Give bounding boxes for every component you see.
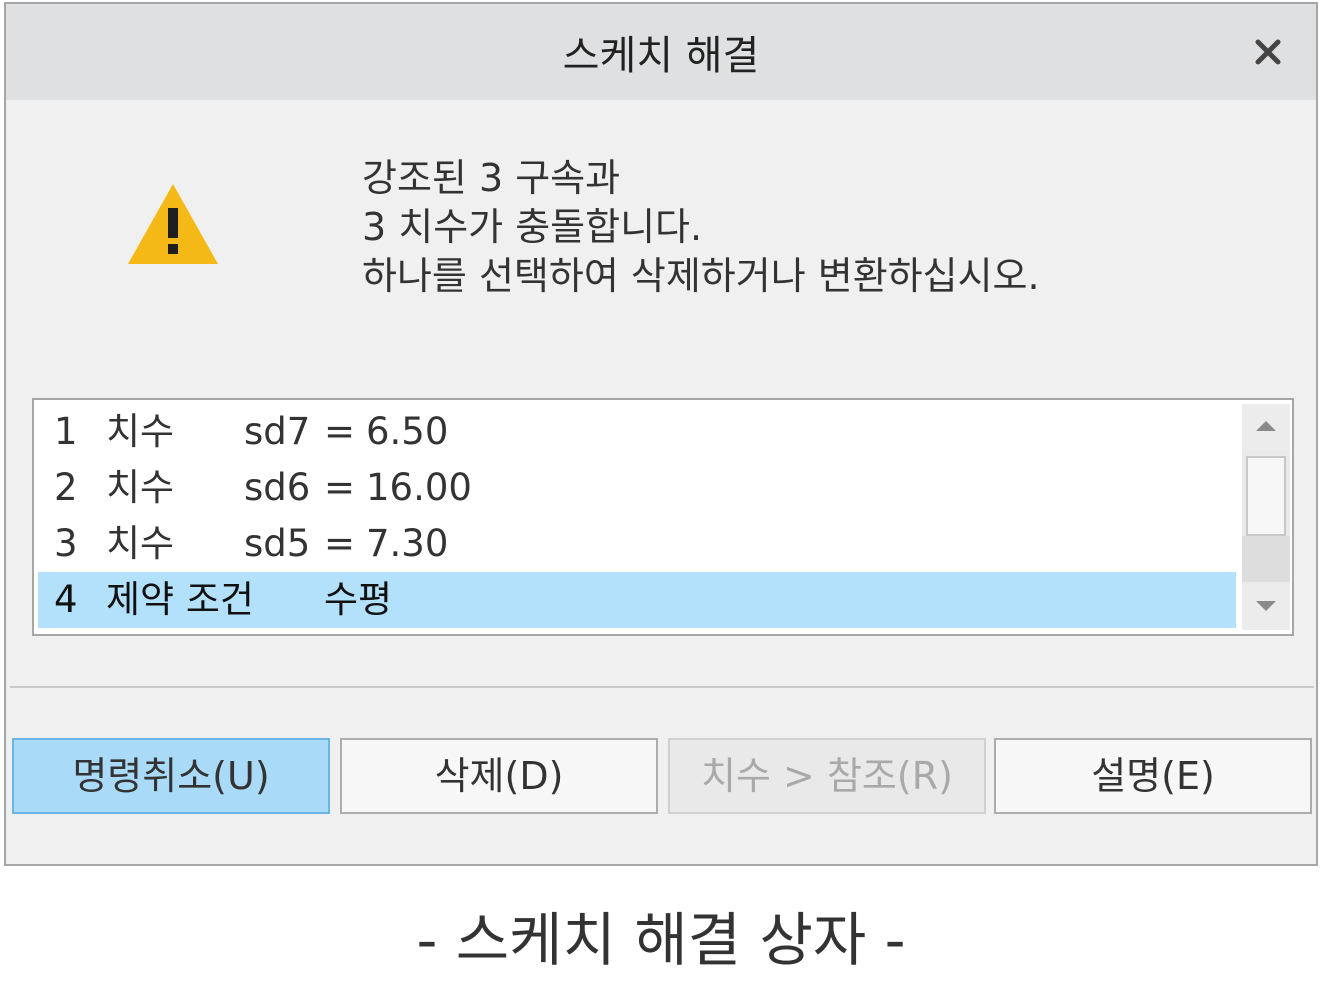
item-type: 제약 조건 xyxy=(106,578,254,621)
item-equals: = xyxy=(324,466,356,509)
sketch-resolve-dialog: 스케치 해결 강조된 3 구속과 3 치수가 충돌합니다. 하나를 선택하여 삭… xyxy=(4,2,1318,866)
delete-button[interactable]: 삭제(D) xyxy=(340,738,658,814)
item-description: 수평 xyxy=(324,578,393,621)
divider xyxy=(10,686,1314,688)
scroll-down-button[interactable] xyxy=(1242,584,1290,630)
item-number: 1 xyxy=(54,410,78,453)
scroll-up-button[interactable] xyxy=(1242,404,1290,450)
message-line-1: 강조된 3 구속과 xyxy=(362,156,621,200)
list-item-selected[interactable]: 4 제약 조건 수평 xyxy=(38,572,1236,628)
item-name: sd7 xyxy=(244,410,311,453)
item-value: 16.00 xyxy=(366,466,472,509)
item-value: 7.30 xyxy=(366,522,449,565)
conflict-message: 강조된 3 구속과 3 치수가 충돌합니다. 하나를 선택하여 삭제하거나 변환… xyxy=(362,154,1040,301)
vertical-scrollbar[interactable] xyxy=(1242,404,1290,630)
scroll-track[interactable] xyxy=(1242,536,1290,582)
scroll-thumb[interactable] xyxy=(1246,456,1286,536)
item-number: 4 xyxy=(54,578,78,621)
title-bar: 스케치 해결 xyxy=(6,4,1316,100)
item-equals: = xyxy=(324,410,356,453)
item-equals: = xyxy=(324,522,356,565)
item-type: 치수 xyxy=(106,466,175,509)
item-number: 2 xyxy=(54,466,78,509)
chevron-down-icon xyxy=(1256,601,1276,611)
message-line-3: 하나를 선택하여 삭제하거나 변환하십시오. xyxy=(362,254,1040,298)
item-name: sd6 xyxy=(244,466,311,509)
list-item[interactable]: 1 치수 sd7 = 6.50 xyxy=(38,404,1236,460)
close-icon[interactable] xyxy=(1248,32,1288,72)
item-name: sd5 xyxy=(244,522,311,565)
conflict-list-rows: 1 치수 sd7 = 6.50 2 치수 sd6 = 16.00 3 치수 sd… xyxy=(38,404,1236,628)
list-item[interactable]: 2 치수 sd6 = 16.00 xyxy=(38,460,1236,516)
dialog-title: 스케치 해결 xyxy=(562,33,760,79)
dimension-to-reference-button: 치수 > 참조(R) xyxy=(668,738,986,814)
item-type: 치수 xyxy=(106,522,175,565)
list-item[interactable]: 3 치수 sd5 = 7.30 xyxy=(38,516,1236,572)
warning-triangle-icon xyxy=(124,180,222,268)
explain-button[interactable]: 설명(E) xyxy=(994,738,1312,814)
item-number: 3 xyxy=(54,522,78,565)
item-value: 6.50 xyxy=(366,410,449,453)
chevron-up-icon xyxy=(1256,421,1276,431)
item-type: 치수 xyxy=(106,410,175,453)
figure-caption: - 스케치 해결 상자 - xyxy=(416,906,906,974)
message-line-2: 3 치수가 충돌합니다. xyxy=(362,205,703,249)
conflict-list[interactable]: 1 치수 sd7 = 6.50 2 치수 sd6 = 16.00 3 치수 sd… xyxy=(32,398,1294,636)
undo-button[interactable]: 명령취소(U) xyxy=(12,738,330,814)
